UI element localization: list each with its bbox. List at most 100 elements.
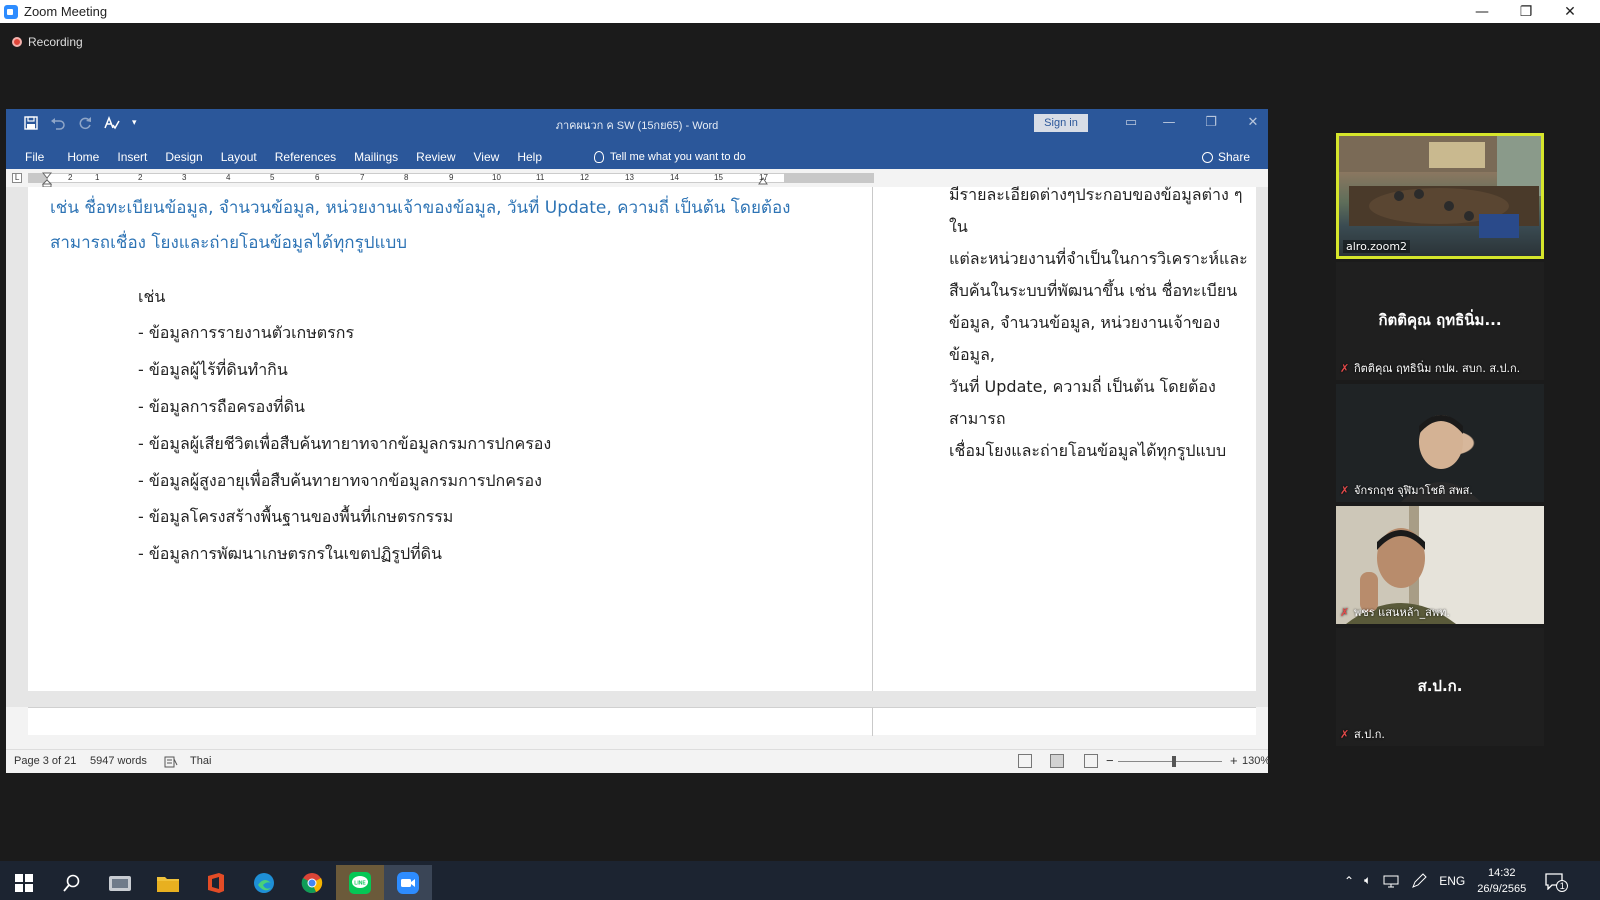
word-window: ▾ ภาคผนวก ค SW (15กย65) - Word Sign in ▭…	[6, 109, 1270, 773]
tab-file[interactable]: File	[16, 150, 53, 164]
tab-design[interactable]: Design	[156, 150, 211, 164]
recording-label: Recording	[28, 35, 83, 49]
word-minimize-button[interactable]: —	[1154, 112, 1184, 134]
participant-name: ✗ ส.ป.ก.	[1340, 728, 1385, 741]
word-count[interactable]: 5947 words	[90, 755, 147, 767]
zoom-logo-icon	[4, 4, 18, 19]
file-explorer-icon[interactable]	[144, 865, 192, 900]
recording-indicator[interactable]: Recording	[12, 35, 83, 49]
chrome-icon[interactable]	[288, 865, 336, 900]
notification-count: 1	[1556, 879, 1569, 892]
zoom-titlebar: Zoom Meeting — ❐ ✕	[0, 0, 1600, 23]
text-line: ข้อมูล, จำนวนข้อมูล, หน่วยงานเจ้าของข้อม…	[949, 313, 1221, 364]
maximize-button[interactable]: ❐	[1504, 0, 1548, 23]
list-item: - ข้อมูลผู้ไร้ที่ดินทำกิน	[138, 360, 288, 379]
input-language[interactable]: ENG	[1439, 874, 1465, 888]
tab-references[interactable]: References	[266, 150, 345, 164]
web-layout-icon[interactable]	[1084, 754, 1098, 768]
read-mode-icon[interactable]	[1018, 754, 1032, 768]
mic-muted-icon: ✗	[1340, 728, 1350, 741]
participant-display-name: กิตติคุณ ฤทธินิ่ม...	[1378, 311, 1502, 329]
share-button[interactable]: Share	[1202, 146, 1250, 168]
language-indicator[interactable]: Thai	[190, 755, 211, 767]
office-icon[interactable]	[192, 865, 240, 900]
list-item: - ข้อมูลผู้เสียชีวิตเพื่อสืบค้นทายาทจากข…	[138, 434, 552, 453]
app-icon[interactable]	[96, 865, 144, 900]
zoom-icon[interactable]	[384, 865, 432, 900]
participant-tile[interactable]: ✗ พชร แสนหล้า_สพท.	[1336, 506, 1544, 624]
tab-home[interactable]: Home	[53, 150, 108, 164]
participant-name: ✗ กิตติคุณ ฤทธินิ่ม กปผ. สบก. ส.ป.ก.	[1340, 362, 1521, 375]
tab-view[interactable]: View	[465, 150, 509, 164]
edge-icon[interactable]	[240, 865, 288, 900]
volume-icon[interactable]: 🔈︎	[1364, 873, 1371, 888]
mic-muted-icon: ✗	[1340, 484, 1350, 497]
share-label: Share	[1218, 150, 1251, 164]
document-area[interactable]: เช่น ชื่อทะเบียนข้อมูล, จำนวนข้อมูล, หน่…	[6, 185, 1268, 736]
pen-icon[interactable]	[1411, 872, 1427, 889]
zoom-slider-thumb[interactable]	[1172, 756, 1176, 767]
zoom-in-button[interactable]: +	[1230, 753, 1238, 768]
zoom-level[interactable]: 130%	[1242, 755, 1270, 767]
tab-mailings[interactable]: Mailings	[345, 150, 407, 164]
minimize-button[interactable]: —	[1460, 0, 1504, 23]
proofing-icon[interactable]	[164, 756, 178, 768]
windows-taskbar: LINE ⌃ 🔈︎ ENG 14:32 26/9/2565 1	[0, 861, 1600, 900]
participant-tile-active[interactable]: alro.zoom2	[1336, 133, 1544, 259]
zoom-slider[interactable]	[1118, 761, 1222, 762]
page-divider	[872, 708, 873, 736]
recording-icon	[12, 37, 22, 47]
participant-name: ✗ จักรกฤช จุฬิมาโชติ สพส.	[1340, 484, 1473, 497]
close-button[interactable]: ✕	[1548, 0, 1592, 23]
conference-room-video	[1339, 136, 1541, 238]
search-icon[interactable]	[48, 865, 96, 900]
tell-me-search[interactable]: Tell me what you want to do	[594, 146, 746, 168]
page-count[interactable]: Page 3 of 21	[14, 755, 76, 767]
list-item: - ข้อมูลผู้สูงอายุเพื่อสืบค้นทายาทจากข้อ…	[138, 471, 542, 490]
print-layout-icon[interactable]	[1050, 754, 1064, 768]
clock-time: 14:32	[1487, 866, 1516, 879]
next-page-top[interactable]	[28, 707, 1256, 736]
list-item: - ข้อมูลการพัฒนาเกษตรกรในเขตปฏิรูปที่ดิน	[138, 544, 442, 563]
ruler-numbers: 2 1 2 3 4 5 6 7 8 9 10 11 12 13 14 15 17	[68, 173, 768, 182]
ribbon-tabs: File Home Insert Design Layout Reference…	[16, 146, 551, 168]
chevron-up-icon[interactable]: ⌃	[1344, 874, 1354, 888]
tab-selector[interactable]: L	[12, 173, 22, 183]
list-item: - ข้อมูลโครงสร้างพื้นฐานของพื้นที่เกษตรก…	[138, 507, 454, 526]
document-page-right[interactable]: มีรายละเอียดต่างๆประกอบของข้อมูลต่าง ๆ ใ…	[872, 185, 1256, 691]
list-heading: เช่น	[138, 287, 166, 306]
notification-center-icon[interactable]: 1	[1544, 872, 1569, 892]
tab-insert[interactable]: Insert	[108, 150, 156, 164]
participant-tile[interactable]: กิตติคุณ ฤทธินิ่ม... ✗ กิตติคุณ ฤทธินิ่ม…	[1336, 262, 1544, 380]
participant-tile[interactable]: ส.ป.ก. ✗ ส.ป.ก.	[1336, 628, 1544, 746]
text-line: สืบค้นในระบบที่พัฒนาขึ้น เช่น ชื่อทะเบีย…	[949, 281, 1238, 300]
word-close-button[interactable]: ✕	[1238, 112, 1268, 134]
network-icon[interactable]	[1383, 874, 1399, 888]
text-line: มีรายละเอียดต่างๆประกอบของข้อมูลต่าง ๆ ใ…	[949, 185, 1243, 236]
zoom-out-button[interactable]: −	[1106, 753, 1114, 768]
indent-marker-icon[interactable]	[42, 172, 52, 188]
clock-date: 26/9/2565	[1477, 882, 1527, 895]
tab-review[interactable]: Review	[407, 150, 464, 164]
word-status-bar: Page 3 of 21 5947 words Thai − + 130%	[6, 749, 1270, 773]
tell-me-label: Tell me what you want to do	[610, 151, 746, 163]
text-line: เชื่อมโยงและถ่ายโอนข้อมูลได้ทุกรูปแบบ	[949, 441, 1227, 460]
system-tray: ⌃ 🔈︎ ENG 14:32 26/9/2565 1	[1344, 861, 1569, 900]
tab-layout[interactable]: Layout	[212, 150, 266, 164]
window-title: Zoom Meeting	[24, 4, 108, 19]
clock[interactable]: 14:32 26/9/2565	[1477, 865, 1526, 897]
line-icon[interactable]: LINE	[336, 865, 384, 900]
text-line: วันที่ Update, ความถี่ เป็นต้น โดยต้องสา…	[949, 377, 1216, 428]
list-item: - ข้อมูลการถือครองที่ดิน	[138, 397, 305, 416]
ribbon-display-options-icon[interactable]: ▭	[1116, 112, 1146, 134]
sign-in-button[interactable]: Sign in	[1034, 114, 1088, 132]
mic-muted-icon: ✗	[1340, 606, 1350, 619]
participant-tile[interactable]: ✗ จักรกฤช จุฬิมาโชติ สพส.	[1336, 384, 1544, 502]
mic-muted-icon: ✗	[1340, 362, 1350, 375]
word-restore-button[interactable]: ❐	[1196, 112, 1226, 134]
start-icon[interactable]	[0, 865, 48, 900]
person-icon	[1202, 151, 1213, 163]
document-page-left[interactable]: เช่น ชื่อทะเบียนข้อมูล, จำนวนข้อมูล, หน่…	[28, 187, 872, 691]
tab-help[interactable]: Help	[508, 150, 551, 164]
blue-paragraph: เช่น ชื่อทะเบียนข้อมูล, จำนวนข้อมูล, หน่…	[50, 198, 791, 253]
